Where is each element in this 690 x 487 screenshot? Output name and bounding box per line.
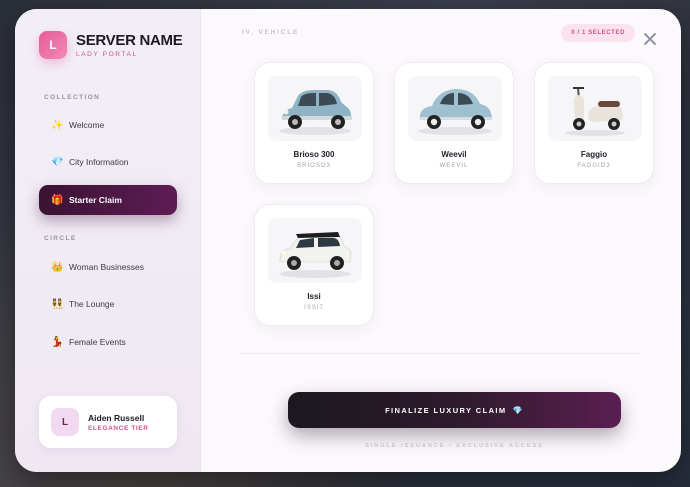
sidebar-item-label: Female Events	[69, 337, 126, 347]
sidebar-item-welcome[interactable]: ✨ Welcome	[39, 110, 177, 140]
vehicle-name: Faggio	[580, 150, 608, 159]
avatar: L	[51, 408, 79, 436]
vehicle-image	[268, 218, 362, 283]
sparkles-icon: ✨	[51, 119, 64, 131]
sidebar: L SERVER NAME LADY PORTAL COLLECTION ✨ W…	[15, 9, 201, 472]
vehicle-card-faggio[interactable]: Faggio FAGGIO3	[534, 62, 654, 184]
vehicle-image	[548, 76, 642, 141]
crown-icon: 👑	[51, 261, 64, 273]
vehicle-card-issi[interactable]: Issi ISSI7	[254, 204, 374, 326]
dancer-icon: 💃	[51, 336, 64, 348]
brand-subtitle: LADY PORTAL	[76, 51, 138, 58]
main-content: IV. VEHICLE 0 / 1 SELECTED Brioso 300 BR…	[202, 9, 681, 472]
user-tier: ELEGANCE TIER	[88, 424, 149, 432]
claim-panel: L SERVER NAME LADY PORTAL COLLECTION ✨ W…	[15, 9, 681, 472]
sidebar-item-label: Starter Claim	[69, 195, 122, 205]
friends-icon: 👯	[51, 298, 64, 310]
diamond-icon: 💎	[51, 156, 64, 168]
gift-icon: 🎁	[51, 194, 64, 206]
user-name: Aiden Russell	[88, 412, 145, 423]
vehicle-image	[268, 76, 362, 141]
vehicle-name: Brioso 300	[293, 150, 335, 159]
brand: L SERVER NAME LADY PORTAL	[39, 31, 183, 59]
vehicle-name: Issi	[307, 292, 321, 301]
sidebar-item-label: The Lounge	[69, 299, 115, 309]
scooter-icon	[565, 87, 625, 136]
vehicle-code: BRIOSO3	[297, 163, 331, 169]
vehicle-image	[408, 76, 502, 141]
section-label-circle: CIRCLE	[44, 235, 77, 242]
user-card[interactable]: L Aiden Russell ELEGANCE TIER	[39, 396, 177, 448]
sidebar-item-female-events[interactable]: 💃 Female Events	[39, 327, 177, 357]
finalize-claim-button[interactable]: FINALIZE LUXURY CLAIM 💎	[288, 392, 621, 428]
brand-title: SERVER NAME	[76, 32, 183, 49]
brand-logo: L	[39, 31, 67, 59]
selected-badge: 0 / 1 SELECTED	[561, 24, 635, 42]
car-icon	[279, 90, 352, 135]
sidebar-item-city-information[interactable]: 💎 City Information	[39, 147, 177, 177]
divider	[239, 353, 641, 354]
vehicle-code: WEEVIL	[439, 163, 469, 169]
sidebar-item-the-lounge[interactable]: 👯 The Lounge	[39, 289, 177, 319]
sidebar-item-label: Welcome	[69, 120, 105, 130]
car-icon	[279, 232, 352, 278]
section-label-collection: COLLECTION	[44, 94, 101, 101]
close-button[interactable]	[643, 32, 657, 46]
sidebar-item-woman-businesses[interactable]: 👑 Woman Businesses	[39, 252, 177, 282]
diamond-icon: 💎	[512, 405, 524, 415]
vehicle-card-weevil[interactable]: Weevil WEEVIL	[394, 62, 514, 184]
vehicle-code: FAGGIO3	[577, 163, 611, 169]
vehicle-name: Weevil	[441, 150, 467, 159]
car-icon	[418, 89, 492, 135]
footnote: SINGLE ISSUANCE • EXCLUSIVE ACCESS	[365, 443, 544, 449]
sidebar-item-label: City Information	[69, 157, 129, 167]
finalize-label: FINALIZE LUXURY CLAIM	[385, 405, 507, 415]
sidebar-item-label: Woman Businesses	[69, 262, 144, 272]
vehicle-code: ISSI7	[304, 305, 324, 311]
vehicle-card-brioso[interactable]: Brioso 300 BRIOSO3	[254, 62, 374, 184]
section-title: IV. VEHICLE	[242, 29, 300, 36]
sidebar-item-starter-claim[interactable]: 🎁 Starter Claim	[39, 185, 177, 215]
